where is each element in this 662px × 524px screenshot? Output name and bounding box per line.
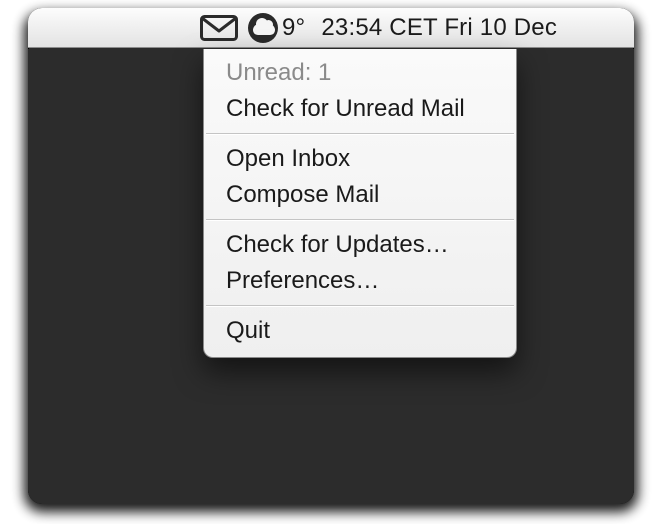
screenshot-frame: 9° 23:54 CET Fri 10 Dec Unread: 1 Check … [28,8,634,504]
cloud-icon [248,13,278,43]
mail-dropdown-menu: Unread: 1 Check for Unread Mail Open Inb… [203,49,517,358]
weather-widget[interactable]: 9° [248,13,305,43]
menu-item-quit[interactable]: Quit [204,313,516,349]
menu-bar: 9° 23:54 CET Fri 10 Dec [28,8,634,48]
menu-item-check-updates[interactable]: Check for Updates… [204,227,516,263]
menu-item-preferences[interactable]: Preferences… [204,263,516,299]
menu-item-check-unread[interactable]: Check for Unread Mail [204,91,516,127]
weather-temperature: 9° [282,14,305,42]
menu-item-compose-mail[interactable]: Compose Mail [204,177,516,213]
menu-status-unread: Unread: 1 [204,55,516,91]
menubar-clock[interactable]: 23:54 CET Fri 10 Dec [321,14,557,42]
menu-separator [206,305,514,307]
mail-icon[interactable] [200,15,238,41]
menu-separator [206,133,514,135]
menu-separator [206,219,514,221]
menu-item-open-inbox[interactable]: Open Inbox [204,141,516,177]
